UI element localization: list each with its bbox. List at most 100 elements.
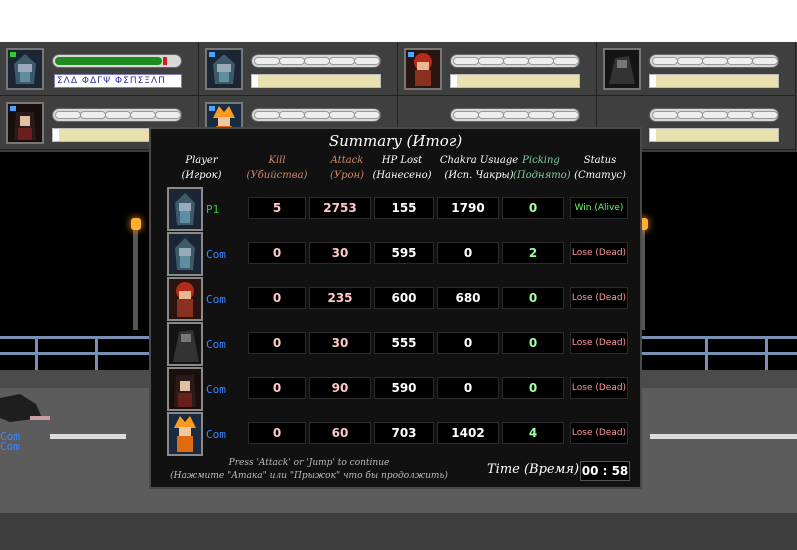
header-kill: Kill (Убийства) [243,153,311,183]
summary-title: Summary (Итог) [328,132,463,150]
top-blank-area [0,0,797,42]
p1-text-bar: ΣΛΔ ΦΔΓΨ ΦΣΠΣΞΛΠ [54,74,182,88]
picking-cell: 0 [502,197,564,219]
player-label: Com [206,248,226,261]
hp-lost-cell: 555 [374,332,434,354]
kill-cell: 0 [248,377,306,399]
chakra-cell: 1790 [437,197,499,219]
portrait-masked-ninja-icon [205,48,243,90]
hud-panel-com-2 [398,42,597,96]
header-line2: (Игрок) [181,170,222,181]
road-bottom [0,513,797,550]
header-line1: HP Lost [381,155,423,166]
chakra-cell: 680 [437,287,499,309]
chakra-bar [251,74,381,88]
fallen-character-sprite [0,388,50,428]
attack-cell: 2753 [309,197,371,219]
lane-marking [650,434,797,439]
hp-bar [52,54,182,68]
portrait-dark-cloak-ninja-icon [167,322,203,366]
lane-marking [50,434,126,439]
attack-cell: 30 [309,332,371,354]
picking-cell: 4 [502,422,564,444]
chakra-bar [649,128,779,142]
hp-lost-cell: 155 [374,197,434,219]
attack-cell: 235 [309,287,371,309]
portrait-red-hair-ninja-icon [404,48,442,90]
status-badge: Lose (Dead) [570,332,628,354]
header-line2: (Поднято) [513,170,571,181]
status-badge: Win (Alive) [570,197,628,219]
status-badge: Lose (Dead) [570,422,628,444]
com-label: Com [0,440,20,453]
player-label: Com [206,428,226,441]
header-line1: Status [583,155,617,166]
continue-hint: Press 'Attack' or 'Jump' to continue [228,458,390,468]
hp-bar-empty [450,108,580,122]
street-lamp-icon [131,218,141,230]
rail-post [95,336,98,370]
portrait-masked-ninja-icon [167,232,203,276]
hp-lost-cell: 600 [374,287,434,309]
picking-cell: 2 [502,242,564,264]
header-status: Status (Статус) [571,153,629,183]
game-stage: ΣΛΔ ΦΔΓΨ ΦΣΠΣΞΛΠ Com Com Summary (Итог) … [0,0,797,550]
chakra-cell: 1402 [437,422,499,444]
kill-cell: 5 [248,197,306,219]
picking-cell: 0 [502,287,564,309]
hp-lost-cell: 595 [374,242,434,264]
portrait-dark-cloak-ninja-icon [603,48,641,90]
hp-bar-empty [52,108,182,122]
header-line2: (Статус) [574,170,626,181]
hp-bar-empty [649,54,779,68]
rail-post [765,336,768,370]
attack-cell: 90 [309,377,371,399]
hp-fill [55,57,162,65]
chakra-bar [450,74,580,88]
header-line1: Picking [522,155,560,166]
portrait-masked-ninja-icon [6,48,44,90]
hud-panel-com-1 [199,42,398,96]
hp-bar-empty [251,108,381,122]
continue-hint-ru: (Нажмите "Атака" или "Прыжок" что бы про… [170,471,448,481]
header-hp-lost: HP Lost (Нанесено) [367,153,437,183]
kill-cell: 0 [248,287,306,309]
header-picking: Picking (Поднято) [513,153,571,183]
kill-cell: 0 [248,422,306,444]
portrait-long-hair-ninja-icon [167,367,203,411]
hp-damage-marker [163,57,167,65]
header-line1: Player [185,155,218,166]
player-label: Com [206,338,226,351]
hp-bar-empty [450,54,580,68]
picking-cell: 0 [502,377,564,399]
chakra-cell: 0 [437,242,499,264]
time-label: Time (Время): [487,462,584,477]
kill-cell: 0 [248,332,306,354]
status-badge: Lose (Dead) [570,242,628,264]
time-value: 00 : 58 [580,461,630,481]
portrait-orange-hair-ninja-icon [167,412,203,456]
chakra-bar [649,74,779,88]
header-line2: (Нанесено) [372,170,432,181]
railing [642,352,797,355]
hp-bar-empty [251,54,381,68]
hp-lost-cell: 703 [374,422,434,444]
status-badge: Lose (Dead) [570,377,628,399]
portrait-long-hair-ninja-icon [6,102,44,144]
summary-panel: Summary (Итог) Player (Игрок) Kill (Убийств… [149,127,642,489]
status-badge: Lose (Dead) [570,287,628,309]
player-label: P1 [206,203,220,216]
player-label: Com [206,383,226,396]
rail-post [705,336,708,370]
header-line1: Kill [268,155,286,166]
header-player: Player (Игрок) [159,153,244,183]
hp-lost-cell: 590 [374,377,434,399]
chakra-cell: 0 [437,332,499,354]
railing [0,336,149,339]
portrait-red-hair-ninja-icon [167,277,203,321]
header-line2: (Убийства) [246,170,308,181]
chakra-cell: 0 [437,377,499,399]
kill-cell: 0 [248,242,306,264]
railing [0,352,149,355]
hp-bar-empty [649,108,779,122]
